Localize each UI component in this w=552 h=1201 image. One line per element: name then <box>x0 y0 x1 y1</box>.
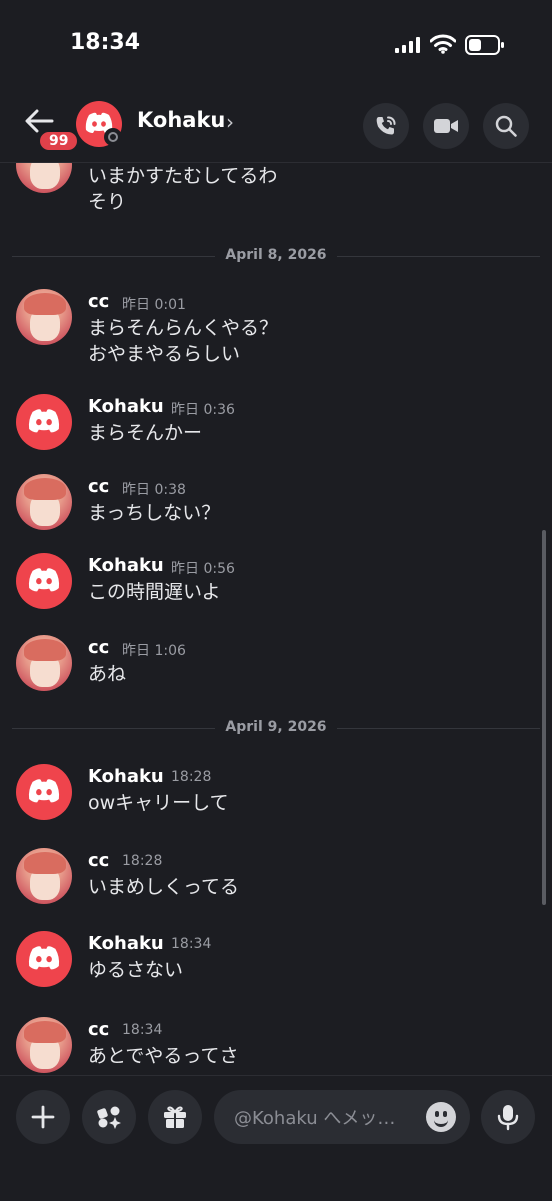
avatar[interactable] <box>16 553 72 609</box>
message-input[interactable] <box>232 1103 426 1133</box>
message-composer <box>0 1075 552 1201</box>
avatar[interactable] <box>16 289 72 345</box>
avatar[interactable] <box>16 635 72 691</box>
channel-header: 99 Kohaku › <box>0 90 552 163</box>
message-author[interactable]: cc <box>88 291 109 312</box>
apps-button[interactable] <box>82 1090 136 1144</box>
message-timestamp: 昨日 0:56 <box>171 561 235 577</box>
message-text: いまめしくってる <box>88 876 240 898</box>
plus-icon <box>31 1105 55 1129</box>
battery-icon <box>465 35 504 55</box>
chevron-right-icon[interactable]: › <box>226 110 234 134</box>
message-text: まっちしない？ <box>88 502 221 524</box>
avatar[interactable] <box>16 1017 72 1073</box>
discord-logo-icon <box>28 946 60 970</box>
message-author[interactable]: Kohaku <box>88 555 164 576</box>
status-time: 18:34 <box>70 30 141 55</box>
status-bar: 18:34 <box>0 0 552 90</box>
emoji-icon[interactable] <box>426 1102 456 1132</box>
message-text: この時間遅いよ <box>88 581 221 603</box>
message-author[interactable]: cc <box>88 637 109 658</box>
message-text: まらそんらんくやる？ おやまやるらしい <box>88 317 279 365</box>
voice-message-button[interactable] <box>481 1090 535 1144</box>
message-timestamp: 18:34 <box>171 936 212 952</box>
message-text: まらそんかー <box>88 422 203 444</box>
attach-button[interactable] <box>16 1090 70 1144</box>
discord-logo-icon <box>28 568 60 592</box>
avatar[interactable] <box>16 474 72 530</box>
date-separator: April 8, 2026 <box>12 246 540 266</box>
gift-icon <box>164 1106 186 1128</box>
search-icon <box>495 115 517 137</box>
avatar[interactable] <box>16 163 72 193</box>
message-text: いまかすたむしてるわ そり <box>88 165 278 213</box>
video-call-button[interactable] <box>423 103 469 149</box>
message-timestamp: 昨日 0:38 <box>122 482 186 498</box>
message-author[interactable]: cc <box>88 850 109 871</box>
message-timestamp: 昨日 1:06 <box>122 643 186 659</box>
unread-badge: 99 <box>38 130 80 152</box>
offline-status-icon <box>104 128 122 146</box>
search-button[interactable] <box>483 103 529 149</box>
phone-call-icon <box>376 116 396 135</box>
microphone-icon <box>497 1105 519 1131</box>
avatar[interactable] <box>16 848 72 904</box>
message-author[interactable]: cc <box>88 476 109 497</box>
message-timestamp: 18:28 <box>122 853 163 869</box>
message-author[interactable]: Kohaku <box>88 396 164 417</box>
message-timestamp: 18:28 <box>171 769 212 785</box>
avatar[interactable] <box>16 394 72 450</box>
discord-logo-icon <box>28 409 60 433</box>
message-author[interactable]: Kohaku <box>88 933 164 954</box>
message-list[interactable]: いまかすたむしてるわ そり April 8, 2026 cc 昨日 0:01 ま… <box>0 163 552 1075</box>
message-text: あね <box>88 663 127 685</box>
message-text: ゆるさない <box>88 959 184 981</box>
scrollbar[interactable] <box>542 530 546 905</box>
message-author[interactable]: Kohaku <box>88 766 164 787</box>
video-camera-icon <box>434 119 458 133</box>
channel-name[interactable]: Kohaku <box>137 108 225 132</box>
message-timestamp: 昨日 0:36 <box>171 402 235 418</box>
message-author[interactable]: cc <box>88 1019 109 1040</box>
avatar[interactable] <box>16 931 72 987</box>
wifi-icon <box>430 34 456 54</box>
apps-icon <box>97 1106 121 1129</box>
message-timestamp: 昨日 0:01 <box>122 297 186 313</box>
voice-call-button[interactable] <box>363 103 409 149</box>
date-separator: April 9, 2026 <box>12 718 540 738</box>
message-input-wrapper <box>214 1090 470 1144</box>
message-text: owキャリーして <box>88 792 229 814</box>
message-timestamp: 18:34 <box>122 1022 163 1038</box>
discord-logo-icon <box>28 779 60 803</box>
gift-button[interactable] <box>148 1090 202 1144</box>
message-text: あとでやるってさ <box>88 1045 239 1067</box>
cellular-signal-icon <box>395 37 420 53</box>
avatar[interactable] <box>16 764 72 820</box>
